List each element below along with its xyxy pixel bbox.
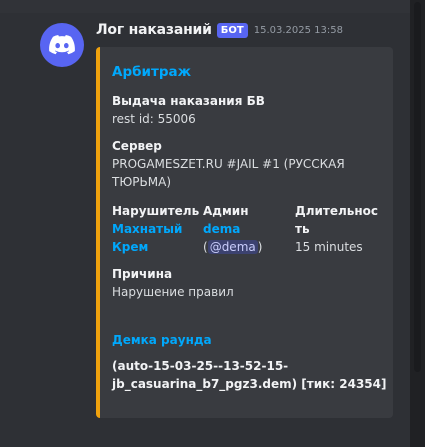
- bot-badge: БОТ: [216, 22, 248, 38]
- demo-field-value: (auto-15-03-25--13-52-15-jb_casuarina_b7…: [112, 359, 387, 391]
- server-field-name: Сервер: [112, 139, 162, 153]
- violator-field-name: Нарушитель: [112, 204, 200, 218]
- embed-title: Арбитраж: [112, 64, 192, 80]
- admin-field-name: Админ: [203, 204, 249, 218]
- mention-open-paren: (: [203, 240, 208, 254]
- embed-accent-bar: [96, 47, 100, 418]
- admin-mention[interactable]: @dema: [207, 240, 258, 254]
- duration-field-name-line1: Длительнос: [295, 204, 379, 218]
- mention-close-paren: ): [257, 240, 263, 254]
- discord-logo-icon: [49, 35, 75, 55]
- chat-view: Лог наказаний БОТ 15.03.2025 13:58 Арбит…: [0, 0, 425, 447]
- author-name[interactable]: Лог наказаний: [96, 22, 212, 38]
- reason-field-name: Причина: [112, 267, 173, 281]
- demo-field-name[interactable]: Демка раунда: [112, 331, 212, 349]
- punishment-field-value: rest id: 55006: [112, 112, 196, 126]
- embed-card: Арбитраж Выдача наказания БВ rest id: 55…: [96, 47, 393, 418]
- duration-field-value: 15 minutes: [295, 240, 363, 254]
- admin-mention-line: (@dema): [203, 238, 262, 256]
- avatar[interactable]: [40, 23, 84, 67]
- violator-link-line2[interactable]: Крем: [112, 238, 148, 256]
- duration-field-name-line2: ть: [295, 222, 310, 236]
- punishment-field-name: Выдача наказания БВ: [112, 94, 265, 108]
- message-timestamp[interactable]: 15.03.2025 13:58: [254, 25, 343, 36]
- scrollbar-thumb[interactable]: [414, 2, 421, 372]
- server-field-value: PROGAMESZET.RU #JAIL #1 (РУССКАЯ ТЮРЬМА): [112, 157, 345, 189]
- reason-field-value: Нарушение правил: [112, 285, 234, 299]
- admin-link[interactable]: dema: [203, 220, 240, 238]
- message-header: Лог наказаний БОТ 15.03.2025 13:58: [96, 22, 343, 38]
- previous-message-area: [0, 0, 410, 13]
- violator-link-line1[interactable]: Махнатый: [112, 220, 182, 238]
